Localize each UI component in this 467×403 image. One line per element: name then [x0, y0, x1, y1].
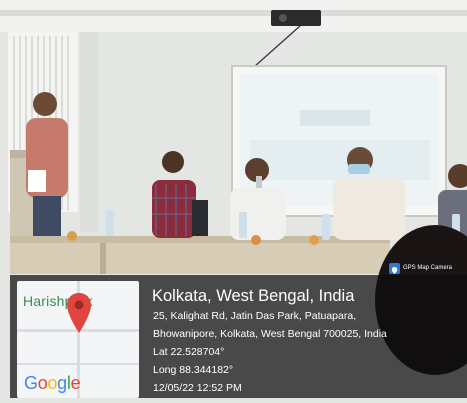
datetime: 12/05/22 12:52 PM [153, 382, 242, 394]
person-white-shirt [230, 188, 286, 240]
gps-map-camera-badge: GPS Map Camera [389, 262, 452, 274]
address-line-2: Bhowanipore, Kolkata, West Bengal 700025… [153, 328, 387, 340]
person-plaid [152, 180, 196, 238]
water-bottle [106, 210, 114, 236]
map-thumbnail: Harishpark Google [17, 281, 139, 398]
person-cream-shirt [333, 178, 405, 240]
address-line-1: 25, Kalighat Rd, Jatin Das Park, Patuapa… [153, 310, 357, 322]
speaker-head [33, 92, 57, 116]
location-title: Kolkata, West Bengal, India [152, 287, 355, 305]
gps-map-camera-icon [389, 262, 400, 274]
google-logo: Google [24, 373, 81, 393]
projector [271, 10, 321, 26]
photo-frame: GPS Map Camera Harishpark Google Kolkata… [0, 0, 467, 403]
longitude: Long 88.344182° [153, 364, 234, 376]
badge-label: GPS Map Camera [403, 265, 453, 271]
map-pin-icon [67, 293, 91, 333]
latitude: Lat 22.528704° [153, 346, 225, 358]
